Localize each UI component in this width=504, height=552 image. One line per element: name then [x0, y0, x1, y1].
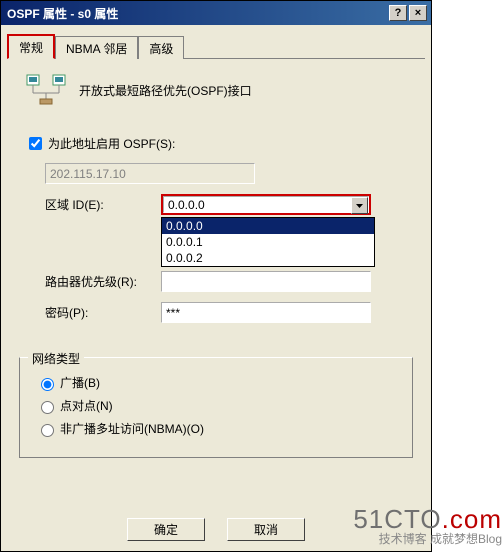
password-input[interactable]: [161, 302, 371, 323]
tab-nbma-label: NBMA 邻居: [66, 42, 127, 56]
area-id-dropdown-button[interactable]: [351, 197, 368, 214]
help-button[interactable]: ?: [389, 5, 407, 21]
area-id-option[interactable]: 0.0.0.1: [162, 234, 374, 250]
header-description: 开放式最短路径优先(OSPF)接口: [79, 82, 252, 99]
titlebar: OSPF 属性 - s0 属性 ? ×: [1, 1, 431, 25]
area-id-option[interactable]: 0.0.0.0: [162, 218, 374, 234]
close-button[interactable]: ×: [409, 5, 427, 21]
tab-general[interactable]: 常规: [7, 34, 55, 59]
cancel-button[interactable]: 取消: [227, 518, 305, 541]
network-type-fieldset: 网络类型 广播(B) 点对点(N) 非广播多址访问(NBMA)(O): [19, 357, 413, 458]
network-type-ptp-radio[interactable]: [41, 401, 54, 414]
enable-ospf-label: 为此地址启用 OSPF(S):: [48, 135, 175, 152]
ospf-properties-dialog: OSPF 属性 - s0 属性 ? × 常规 NBMA 邻居 高级: [0, 0, 432, 552]
network-type-ptp-label: 点对点(N): [60, 397, 113, 414]
window-title: OSPF 属性 - s0 属性: [5, 5, 387, 22]
network-type-nbma-radio[interactable]: [41, 424, 54, 437]
password-label: 密码(P):: [45, 304, 161, 321]
area-id-dropdown-list: 0.0.0.0 0.0.0.1 0.0.0.2: [161, 217, 375, 267]
tab-bar: 常规 NBMA 邻居 高级: [7, 33, 425, 59]
router-priority-input[interactable]: [161, 271, 371, 292]
dialog-button-row: 确定 取消: [1, 518, 431, 541]
enable-ospf-checkbox[interactable]: [29, 137, 42, 150]
area-id-value: 0.0.0.0: [168, 198, 205, 212]
ok-button[interactable]: 确定: [127, 518, 205, 541]
router-priority-label: 路由器优先级(R):: [45, 273, 161, 290]
area-id-combo[interactable]: 0.0.0.0 0.0.0.0 0.0.0.1 0.0.0.2: [161, 194, 371, 215]
area-id-label: 区域 ID(E):: [45, 196, 161, 213]
network-type-broadcast-radio[interactable]: [41, 378, 54, 391]
network-type-nbma-label: 非广播多址访问(NBMA)(O): [60, 420, 204, 437]
tab-advanced-label: 高级: [149, 42, 173, 56]
chevron-down-icon: [356, 204, 363, 208]
content-panel: 开放式最短路径优先(OSPF)接口 为此地址启用 OSPF(S): 区域 ID(…: [1, 59, 431, 341]
network-type-broadcast-label: 广播(B): [60, 374, 100, 391]
network-interface-icon: [25, 73, 67, 108]
tab-advanced[interactable]: 高级: [138, 36, 184, 59]
area-id-option[interactable]: 0.0.0.2: [162, 250, 374, 266]
address-input: [45, 163, 255, 184]
network-type-legend: 网络类型: [28, 350, 84, 367]
tab-general-label: 常规: [19, 41, 43, 55]
tab-nbma-neighbors[interactable]: NBMA 邻居: [55, 36, 138, 59]
